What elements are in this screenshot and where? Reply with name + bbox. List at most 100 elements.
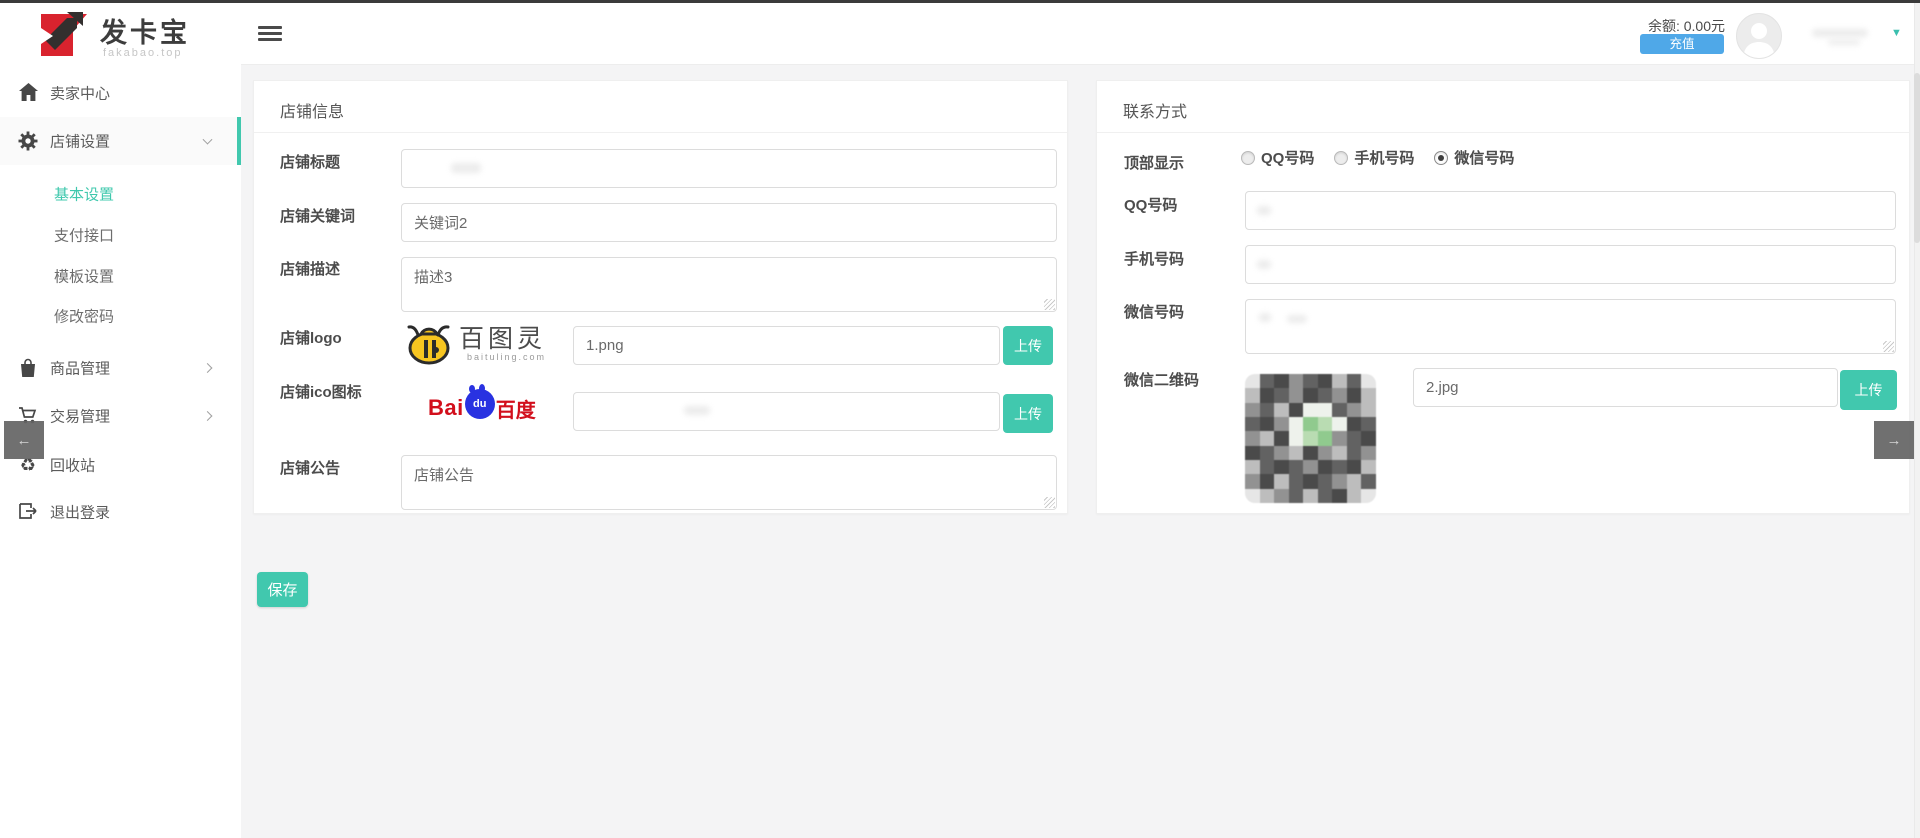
balance-text: 余额: 0.00元 [1615, 16, 1725, 36]
brand-logo-icon [33, 10, 87, 60]
sidebar-item-label: 退出登录 [50, 502, 110, 523]
radio-icon[interactable] [1241, 151, 1255, 165]
qq-number-label: QQ号码 [1124, 194, 1177, 215]
shop-ico-upload-button[interactable]: 上传 [1003, 394, 1053, 433]
avatar[interactable] [1736, 13, 1782, 59]
window-top-edge [0, 0, 1920, 3]
sidebar-item-shop-settings[interactable]: 店铺设置 [0, 117, 241, 165]
sidebar-item-product-management[interactable]: 商品管理 [0, 344, 241, 392]
qrcode-upload-button[interactable]: 上传 [1840, 370, 1897, 410]
radio-icon[interactable] [1334, 151, 1348, 165]
top-display-radio-group: QQ号码 手机号码 微信号码 [1241, 147, 1528, 168]
home-icon [18, 83, 38, 103]
bee-logo-domain: baituling.com [459, 352, 546, 362]
censored-value [684, 406, 710, 415]
shop-logo-upload-button[interactable]: 上传 [1003, 326, 1053, 365]
sidebar-item-label: 回收站 [50, 455, 95, 476]
shop-description-textarea[interactable]: 描述3 [401, 257, 1057, 312]
balance-amount: 0.00元 [1684, 18, 1725, 34]
sidebar-subitem-label: 基本设置 [54, 183, 114, 204]
contact-panel: 联系方式 顶部显示 QQ号码 手机号码 微信号码 QQ号码 手机号码 微信号码 [1096, 80, 1910, 514]
radio-label: 微信号码 [1454, 147, 1514, 168]
sidebar-subitem-label: 修改密码 [54, 305, 114, 326]
sidebar-item-label: 商品管理 [50, 358, 110, 379]
save-button[interactable]: 保存 [257, 572, 308, 607]
bee-logo-text: 百图灵 [459, 326, 546, 352]
scrollbar[interactable] [1914, 3, 1920, 838]
wechat-qrcode-image [1245, 374, 1376, 503]
phone-number-input[interactable] [1245, 245, 1896, 284]
wechat-number-textarea[interactable] [1245, 299, 1896, 354]
sidebar-subitem-basic-settings[interactable]: 基本设置 [0, 173, 241, 214]
qq-number-input[interactable] [1245, 191, 1896, 230]
qrcode-filename-input[interactable] [1413, 368, 1838, 407]
sidebar-item-logout[interactable]: 退出登录 [0, 488, 241, 536]
wechat-number-label: 微信号码 [1124, 301, 1184, 322]
shop-logo-filename-input[interactable] [573, 326, 1000, 365]
shop-logo-preview-image: 百图灵 baituling.com [405, 322, 546, 366]
shop-notice-label: 店铺公告 [280, 457, 340, 478]
chevron-down-icon [203, 135, 213, 145]
censored-value [1287, 315, 1307, 323]
shop-keywords-label: 店铺关键词 [280, 205, 355, 226]
wechat-number-field [1245, 299, 1896, 354]
radio-option-qq[interactable]: QQ号码 [1241, 147, 1314, 168]
radio-label: 手机号码 [1354, 147, 1414, 168]
active-accent-bar [237, 117, 241, 165]
person-icon [1737, 14, 1781, 58]
sidebar-item-label: 卖家中心 [50, 83, 110, 104]
shop-description-field: 描述3 [401, 257, 1057, 312]
radio-icon[interactable] [1434, 151, 1448, 165]
chevron-right-icon [203, 363, 213, 373]
shop-ico-label: 店铺ico图标 [280, 381, 362, 402]
recharge-button[interactable]: 充值 [1640, 34, 1724, 54]
shop-title-input[interactable] [401, 149, 1057, 188]
top-display-label: 顶部显示 [1124, 152, 1184, 173]
scrollbar-thumb[interactable] [1914, 73, 1920, 243]
shop-logo-label: 店铺logo [280, 327, 342, 348]
baidu-logo-text-bai: Bai [428, 395, 464, 421]
bee-icon [405, 322, 453, 366]
panel-title: 店铺信息 [280, 98, 344, 122]
shop-ico-filename-input[interactable] [573, 392, 1000, 431]
sidebar-item-label: 交易管理 [50, 406, 110, 427]
chevron-right-icon [203, 411, 213, 421]
sidebar-item-seller-center[interactable]: 卖家中心 [0, 69, 241, 117]
censored-value [1257, 260, 1271, 269]
username-censored-2 [1828, 40, 1860, 45]
shop-keywords-input[interactable] [401, 203, 1057, 242]
sidebar-subitem-template-settings[interactable]: 模板设置 [0, 255, 241, 296]
censored-value [1259, 313, 1271, 322]
divider [254, 132, 1067, 133]
username-censored [1812, 29, 1868, 37]
shop-description-label: 店铺描述 [280, 258, 340, 279]
baidu-paw-icon: du [465, 389, 495, 419]
shop-title-label: 店铺标题 [280, 151, 340, 172]
collapse-left-arrow-button[interactable]: ← [4, 421, 44, 459]
sidebar-subitem-label: 支付接口 [54, 224, 114, 245]
balance-label: 余额: [1648, 18, 1680, 34]
brand[interactable]: 发卡宝 fakabao.top [0, 3, 241, 65]
phone-number-label: 手机号码 [1124, 248, 1184, 269]
logout-icon [18, 502, 38, 522]
gear-icon [18, 131, 38, 151]
sidebar-subitem-label: 模板设置 [54, 265, 114, 286]
baidu-logo-text-cn: 百度 [496, 394, 536, 423]
radio-option-phone[interactable]: 手机号码 [1334, 147, 1414, 168]
user-menu-caret-icon[interactable]: ▼ [1891, 27, 1902, 39]
hamburger-menu-icon[interactable] [258, 26, 282, 41]
brand-domain: fakabao.top [103, 47, 183, 59]
expand-right-arrow-button[interactable]: → [1874, 421, 1914, 459]
censored-value [1257, 206, 1271, 215]
page: 余额: 0.00元 充值 ▼ 发卡宝 fakabao.top [0, 0, 1920, 838]
shop-notice-textarea[interactable]: 店铺公告 [401, 455, 1057, 510]
sidebar-item-label: 店铺设置 [50, 131, 110, 152]
sidebar-subitem-change-password[interactable]: 修改密码 [0, 295, 241, 336]
radio-option-wechat[interactable]: 微信号码 [1434, 147, 1514, 168]
shop-ico-preview-image: Bai du 百度 [428, 393, 536, 423]
divider [1097, 132, 1909, 133]
bag-icon [18, 358, 38, 378]
censored-value [451, 163, 481, 173]
sidebar-subitem-payment-api[interactable]: 支付接口 [0, 214, 241, 255]
shop-info-panel: 店铺信息 店铺标题 店铺关键词 店铺描述 描述3 店铺logo 百图灵 [253, 80, 1068, 514]
